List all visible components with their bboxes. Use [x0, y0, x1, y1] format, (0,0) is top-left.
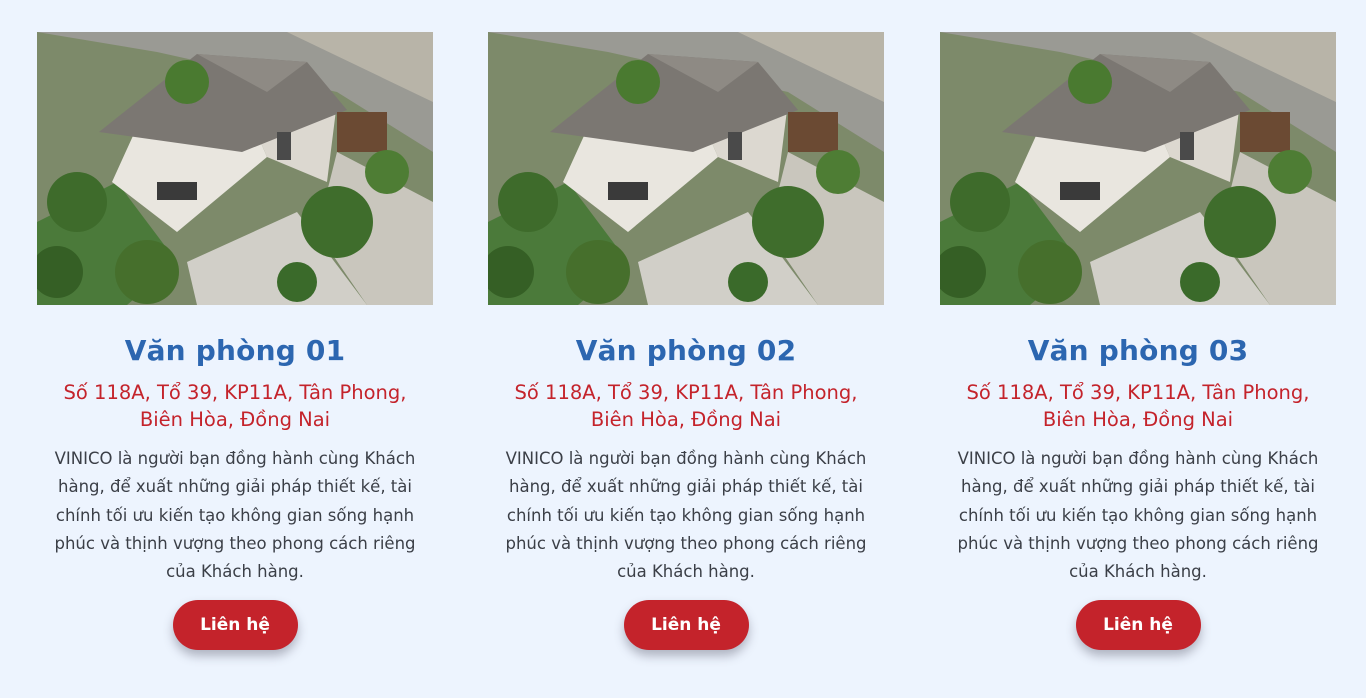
office-address: Số 118A, Tổ 39, KP11A, Tân Phong, Biên H… — [966, 381, 1310, 431]
office-photo — [37, 32, 433, 305]
office-description: VINICO là người bạn đồng hành cùng Khách… — [957, 449, 1319, 582]
office-title: Văn phòng 02 — [575, 334, 797, 367]
office-description: VINICO là người bạn đồng hành cùng Khách… — [54, 449, 416, 582]
office-title: Văn phòng 01 — [124, 334, 346, 367]
office-cards: Văn phòng 01 Số 118A, Tổ 39, KP11A, Tân … — [0, 0, 1366, 698]
office-photo — [488, 32, 884, 305]
office-title: Văn phòng 03 — [1027, 334, 1249, 367]
contact-button[interactable]: Liên hệ — [1075, 600, 1201, 651]
office-card-2: Văn phòng 02 Số 118A, Tổ 39, KP11A, Tân … — [488, 32, 884, 651]
office-card-3: Văn phòng 03 Số 118A, Tổ 39, KP11A, Tân … — [940, 32, 1336, 651]
contact-button[interactable]: Liên hệ — [172, 600, 298, 651]
office-address: Số 118A, Tổ 39, KP11A, Tân Phong, Biên H… — [63, 381, 407, 431]
office-card-1: Văn phòng 01 Số 118A, Tổ 39, KP11A, Tân … — [37, 32, 433, 651]
office-address: Số 118A, Tổ 39, KP11A, Tân Phong, Biên H… — [514, 381, 858, 431]
contact-button[interactable]: Liên hệ — [623, 600, 749, 651]
office-description: VINICO là người bạn đồng hành cùng Khách… — [505, 449, 867, 582]
office-photo — [940, 32, 1336, 305]
